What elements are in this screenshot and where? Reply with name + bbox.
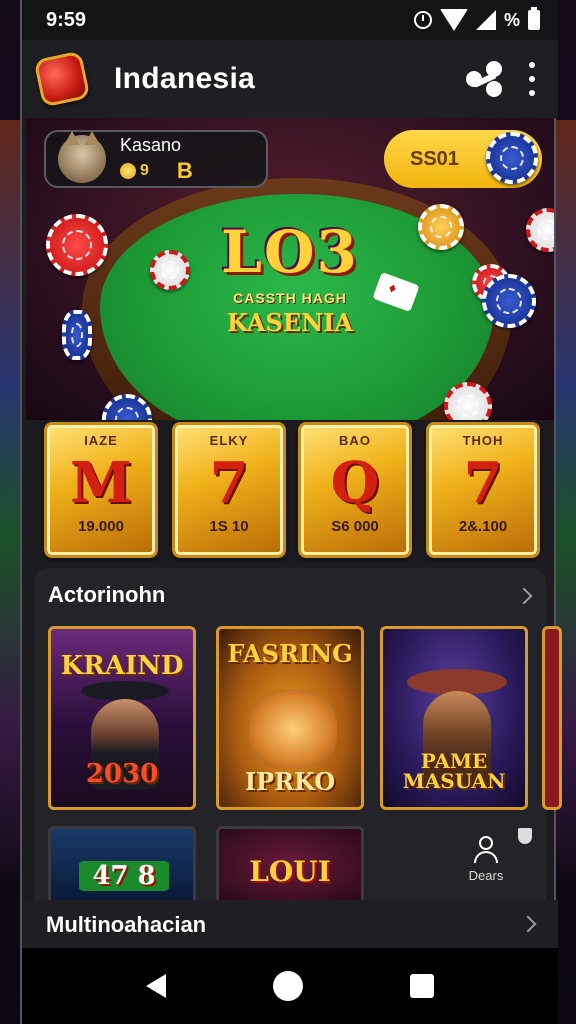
- slot-tag: IAZE: [84, 433, 118, 448]
- game-card[interactable]: 47 8: [48, 826, 196, 900]
- game-title: FASRING: [227, 639, 353, 668]
- signal-icon: [475, 10, 496, 30]
- user-icon: [472, 836, 500, 864]
- recent-apps-icon[interactable]: [410, 974, 435, 998]
- slot-symbol: M: [70, 450, 132, 516]
- games-section: Actorinohn KRAIND 2030 FASRING IPRKO PAM…: [34, 568, 562, 900]
- user-coins: 9 B: [120, 158, 193, 184]
- status-icons: %: [413, 7, 540, 31]
- game-title: LOUI: [249, 855, 331, 888]
- home-icon[interactable]: [272, 971, 303, 1001]
- game-title: KRAIND: [60, 651, 184, 681]
- slot-symbol: 7: [463, 450, 503, 516]
- balance-amount: SS01: [410, 147, 459, 170]
- avatar: [58, 131, 106, 183]
- slot-amount: 2&.100: [458, 518, 508, 535]
- slot-card[interactable]: THOH 7 2&.100: [426, 422, 540, 558]
- chip-icon: [486, 132, 538, 184]
- game-title: 47 8: [79, 861, 169, 891]
- hero-logo: LO3: [221, 218, 359, 286]
- slot-card[interactable]: ELKY 7 1S 10: [172, 422, 286, 558]
- game-card-partial[interactable]: [542, 626, 562, 810]
- profile-label: Dears: [468, 868, 504, 883]
- balance-button[interactable]: SS01: [384, 130, 542, 188]
- battery-label: %: [503, 9, 520, 30]
- game-subtitle: 2030: [85, 759, 159, 789]
- wallet-icon[interactable]: B: [177, 158, 193, 184]
- secondary-section-header[interactable]: Multinoahacian: [22, 900, 558, 948]
- slot-card[interactable]: IAZE M 19.000: [44, 422, 158, 558]
- coin-icon: [120, 162, 136, 179]
- wifi-icon: [439, 9, 468, 31]
- app-bar: Indanesia: [22, 40, 558, 118]
- section-title: Actorinohn: [48, 582, 166, 607]
- phone-screen: 9:59 % Indanesia LO3 CASSTH HAGH KASENI: [20, 0, 562, 1024]
- slot-symbol: 7: [209, 450, 249, 516]
- share-icon[interactable]: [464, 59, 504, 99]
- hero-brand: KASENIA: [227, 308, 353, 337]
- slot-amount: 19.000: [78, 518, 124, 535]
- user-name: Kasano: [120, 134, 182, 155]
- slot-tag: BAO: [339, 433, 371, 448]
- battery-icon: [528, 7, 540, 30]
- game-card[interactable]: PAME MASUAN: [380, 626, 528, 810]
- status-bar: 9:59 %: [22, 0, 558, 40]
- game-card[interactable]: KRAIND 2030: [48, 626, 196, 810]
- section-title: Multinoahacian: [46, 912, 207, 937]
- system-nav-bar: [22, 948, 558, 1024]
- slot-row: IAZE M 19.000 ELKY 7 1S 10 BAO Q S6 000 …: [42, 420, 542, 560]
- back-icon[interactable]: [145, 974, 166, 998]
- game-card[interactable]: LOUI: [216, 826, 364, 900]
- slot-amount: 1S 10: [209, 518, 249, 535]
- slot-symbol: Q: [330, 450, 380, 516]
- character-hat: [81, 681, 169, 701]
- chevron-right-icon[interactable]: [519, 915, 537, 933]
- game-card[interactable]: FASRING IPRKO: [216, 626, 364, 810]
- app-logo-icon[interactable]: [33, 50, 91, 108]
- alarm-icon: [413, 11, 432, 29]
- status-time: 9:59: [46, 8, 87, 31]
- game-title: PAME MASUAN: [402, 749, 506, 793]
- app-title: Indanesia: [114, 62, 256, 95]
- lion-figure: [249, 689, 337, 769]
- chevron-right-icon[interactable]: [515, 587, 533, 605]
- slot-tag: THOH: [462, 433, 504, 448]
- slot-tag: ELKY: [209, 433, 249, 448]
- hero-subtitle: CASSTH HAGH: [233, 290, 347, 306]
- profile-tab[interactable]: Dears: [444, 836, 528, 883]
- slot-amount: S6 000: [331, 518, 379, 535]
- game-subtitle: IPRKO: [244, 767, 336, 796]
- user-profile-pill[interactable]: Kasano 9 B: [44, 130, 268, 188]
- coin-count: 9: [140, 161, 149, 179]
- slot-card[interactable]: BAO Q S6 000: [298, 422, 412, 558]
- more-options-icon[interactable]: [522, 62, 542, 96]
